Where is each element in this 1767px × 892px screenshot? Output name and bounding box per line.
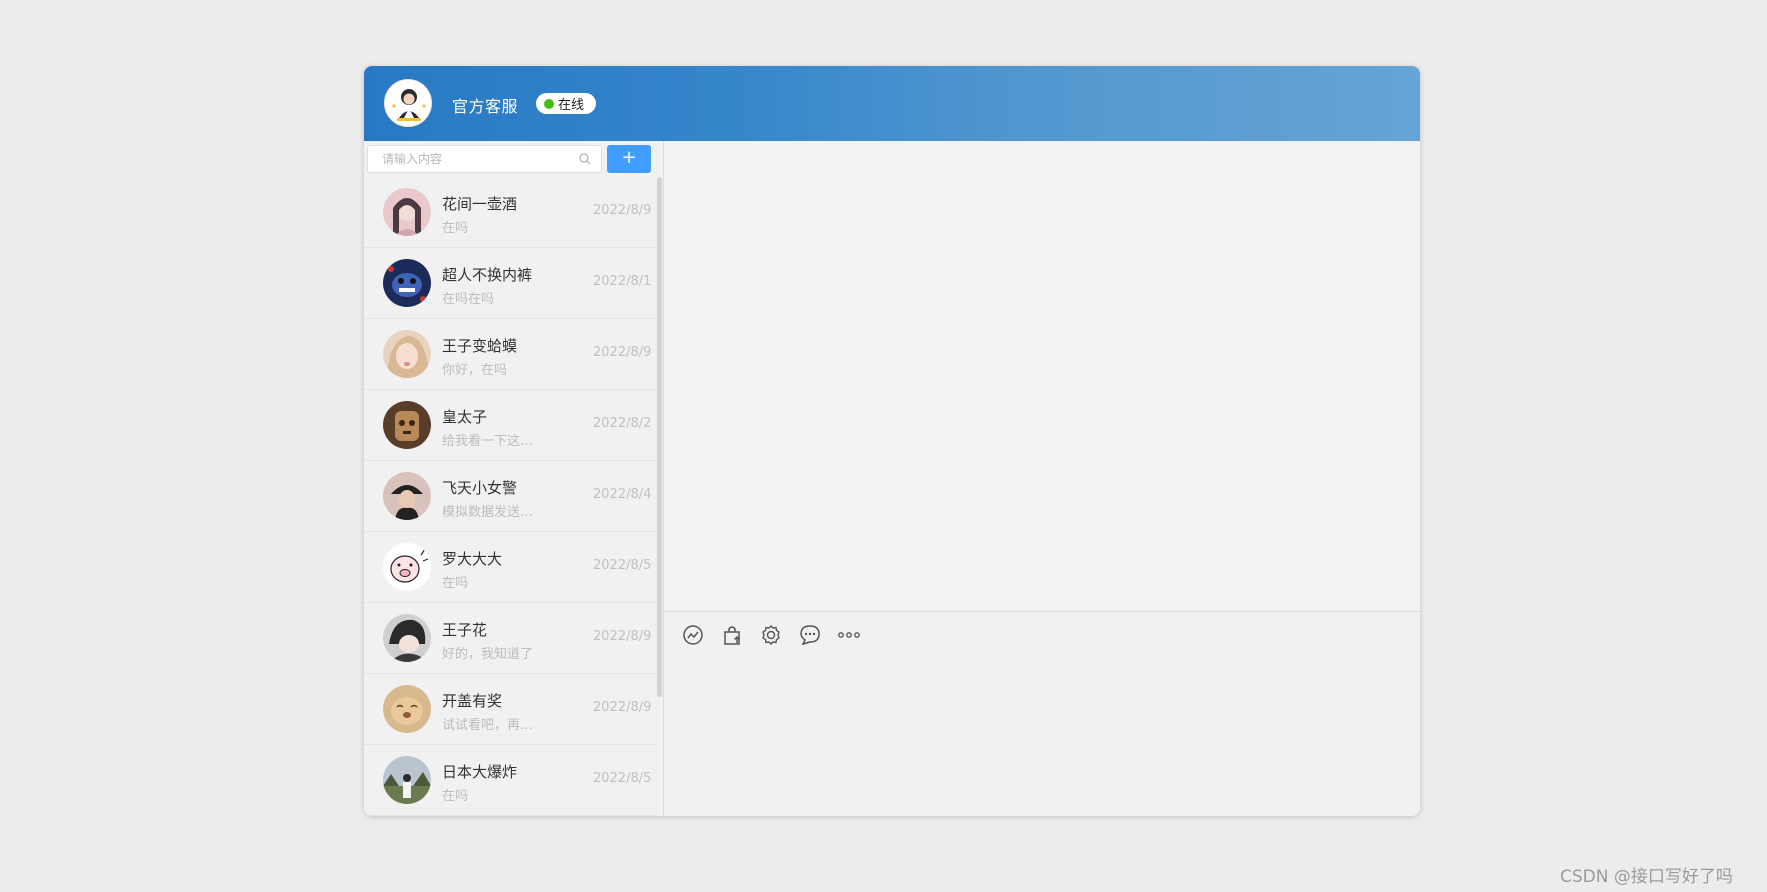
settings-icon[interactable] <box>758 622 784 648</box>
contact-item[interactable]: 罗大大大 在吗 2022/8/5 <box>364 532 658 603</box>
message-input-area[interactable] <box>664 656 1420 816</box>
contact-item[interactable]: 花间一壶酒 在吗 2022/8/9 <box>364 177 658 248</box>
online-dot-icon <box>544 98 554 109</box>
contact-date: 2022/8/2 <box>593 416 652 431</box>
contact-name: 日本大爆炸 <box>442 763 518 781</box>
chat-window: 官方客服 在线 + 花间一壶酒 在吗 2022/8/9 <box>364 66 1420 816</box>
contact-date: 2022/8/4 <box>593 487 652 502</box>
contact-date: 2022/8/9 <box>593 629 652 644</box>
contact-name: 超人不换内裤 <box>442 266 533 284</box>
more-icon[interactable] <box>836 622 862 648</box>
contact-last-message: 模拟数据发送… <box>442 505 534 520</box>
contact-avatar <box>383 685 431 733</box>
add-contact-button[interactable]: + <box>607 145 651 173</box>
contact-name: 王子变蛤蟆 <box>442 337 518 355</box>
contact-item[interactable]: 日本大爆炸 在吗 2022/8/5 <box>364 745 658 816</box>
contact-item[interactable]: 皇太子 给我看一下这… 2022/8/2 <box>364 390 658 461</box>
contact-last-message: 在吗在吗 <box>442 292 495 307</box>
contact-item[interactable]: 王子变蛤蟆 你好，在吗 2022/8/9 <box>364 319 658 390</box>
contact-sidebar: + 花间一壶酒 在吗 2022/8/9 超人不换内裤 在吗在吗 2022/8/1 <box>364 141 664 816</box>
contact-date: 2022/8/5 <box>593 771 652 786</box>
contact-date: 2022/8/9 <box>593 700 652 715</box>
message-area <box>664 141 1420 612</box>
contact-name: 花间一壶酒 <box>442 195 518 213</box>
contact-last-message: 试试看吧，再… <box>442 718 534 733</box>
agent-avatar <box>384 79 432 127</box>
contact-last-message: 在吗 <box>442 789 469 804</box>
contact-name: 开盖有奖 <box>442 692 503 710</box>
contact-avatar <box>383 188 431 236</box>
contact-avatar <box>383 259 431 307</box>
agent-name: 官方客服 <box>452 97 519 116</box>
contact-name: 王子花 <box>442 621 488 639</box>
contact-avatar <box>383 614 431 662</box>
chat-bubble-icon[interactable] <box>797 622 823 648</box>
contact-item[interactable]: 飞天小女警 模拟数据发送… 2022/8/4 <box>364 461 658 532</box>
contact-last-message: 给我看一下这… <box>442 434 534 449</box>
upload-icon[interactable] <box>719 622 745 648</box>
contact-date: 2022/8/1 <box>593 274 652 289</box>
contact-last-message: 好的，我知道了 <box>442 647 534 662</box>
contact-avatar <box>383 472 431 520</box>
contact-last-message: 你好，在吗 <box>442 363 508 378</box>
contact-avatar <box>383 330 431 378</box>
contact-name: 飞天小女警 <box>442 479 518 497</box>
contact-avatar <box>383 543 431 591</box>
contact-date: 2022/8/5 <box>593 558 652 573</box>
contact-last-message: 在吗 <box>442 221 469 236</box>
search-input[interactable] <box>368 146 568 172</box>
contact-avatar <box>383 401 431 449</box>
contact-item[interactable]: 开盖有奖 试试看吧，再… 2022/8/9 <box>364 674 658 745</box>
contact-list-scrollbar[interactable] <box>657 177 662 697</box>
contact-date: 2022/8/9 <box>593 203 652 218</box>
chat-header: 官方客服 在线 <box>364 66 1420 141</box>
contact-name: 罗大大大 <box>442 550 503 568</box>
contact-name: 皇太子 <box>442 408 488 426</box>
contact-item[interactable]: 超人不换内裤 在吗在吗 2022/8/1 <box>364 248 658 319</box>
emoji-icon[interactable] <box>680 622 706 648</box>
contact-last-message: 在吗 <box>442 576 469 591</box>
status-label: 在线 <box>558 98 585 113</box>
search-box[interactable] <box>367 145 602 173</box>
contact-list: 花间一壶酒 在吗 2022/8/9 超人不换内裤 在吗在吗 2022/8/1 王… <box>364 177 658 816</box>
watermark: CSDN @接口写好了吗 <box>1560 867 1733 887</box>
search-icon[interactable] <box>579 153 591 165</box>
contact-item[interactable]: 王子花 好的，我知道了 2022/8/9 <box>364 603 658 674</box>
online-status-badge: 在线 <box>536 93 596 114</box>
contact-date: 2022/8/9 <box>593 345 652 360</box>
input-toolbar <box>680 622 875 648</box>
contact-avatar <box>383 756 431 804</box>
